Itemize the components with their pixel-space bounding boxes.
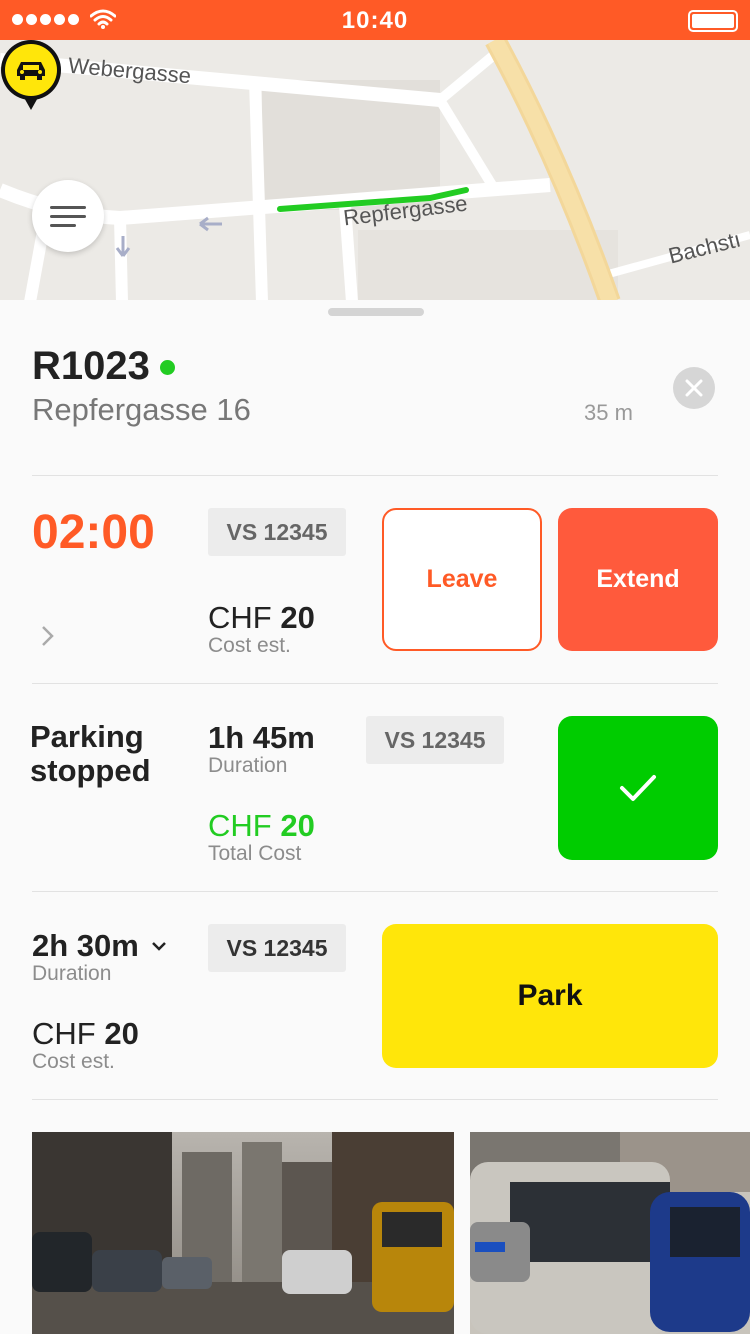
chevron-down-icon xyxy=(151,942,166,951)
stopped-duration: 1h 45m xyxy=(208,720,315,755)
stopped-status: Parking stopped xyxy=(30,719,151,788)
menu-icon xyxy=(50,205,86,209)
checkmark-icon xyxy=(620,775,656,801)
park-button[interactable]: Park xyxy=(382,924,718,1068)
divider xyxy=(32,1099,718,1100)
leave-button[interactable]: Leave xyxy=(382,508,542,651)
spot-id: R1023 xyxy=(32,344,150,388)
chevron-right-icon[interactable] xyxy=(40,624,56,648)
street-photo[interactable] xyxy=(470,1132,750,1334)
total-cost: CHF 20 xyxy=(208,808,315,843)
car-pin-icon[interactable] xyxy=(0,40,62,112)
cost-label: Cost est. xyxy=(32,1050,115,1073)
duration-label: Duration xyxy=(208,754,288,777)
session-timer: 02:00 xyxy=(32,506,155,559)
street-photo[interactable] xyxy=(32,1132,454,1334)
status-bar: 10:40 xyxy=(0,0,750,40)
sheet-handle[interactable] xyxy=(328,308,424,316)
close-button[interactable] xyxy=(673,367,715,409)
menu-button[interactable] xyxy=(32,180,104,252)
divider xyxy=(32,475,718,476)
parking-sheet: R1023 Repfergasse 16 35 m 02:00 VS 12345… xyxy=(0,300,750,1334)
duration-selector[interactable]: 2h 30m xyxy=(32,928,167,964)
cost-label: Cost est. xyxy=(208,634,291,657)
spot-distance: 35 m xyxy=(584,400,633,425)
close-icon xyxy=(685,379,703,397)
battery-icon xyxy=(688,10,738,32)
duration-label: Duration xyxy=(32,962,112,985)
map-view[interactable]: Webergasse Repfergasse Bachstı xyxy=(0,40,750,302)
cost-estimate: CHF 20 xyxy=(32,1016,139,1051)
license-plate: VS 12345 xyxy=(208,924,346,972)
cost-estimate: CHF 20 xyxy=(208,600,315,635)
license-plate: VS 12345 xyxy=(366,716,504,764)
license-plate: VS 12345 xyxy=(208,508,346,556)
total-cost-label: Total Cost xyxy=(208,842,302,865)
confirm-button[interactable] xyxy=(558,716,718,860)
status-time: 10:40 xyxy=(341,7,409,34)
divider xyxy=(32,891,718,892)
status-indicator xyxy=(160,360,175,375)
extend-button[interactable]: Extend xyxy=(558,508,718,651)
spot-address: Repfergasse 16 xyxy=(32,392,251,427)
divider xyxy=(32,683,718,684)
